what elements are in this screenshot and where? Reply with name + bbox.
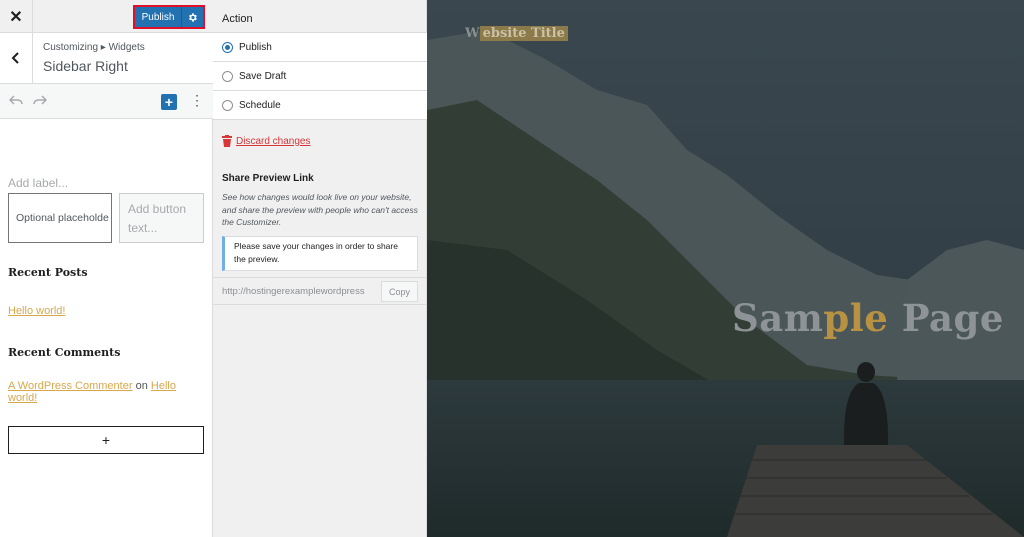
option-label: Publish (239, 41, 272, 53)
option-schedule[interactable]: Schedule (213, 90, 427, 120)
page-title-part: Sam (732, 296, 824, 340)
search-button-text-field[interactable]: Add button text... (119, 193, 204, 243)
page-title-part: Page (888, 296, 1004, 340)
option-publish[interactable]: Publish (213, 32, 427, 61)
plus-icon: + (164, 94, 174, 110)
section-title: Sidebar Right (43, 58, 128, 74)
option-save-draft[interactable]: Save Draft (213, 61, 427, 90)
search-input[interactable]: Optional placeholde (8, 193, 112, 243)
site-title-highlight: ebsite Title (479, 26, 568, 41)
radio-unchecked[interactable] (222, 99, 233, 111)
redo-icon[interactable] (33, 94, 47, 106)
breadcrumb-path: Customizing ▸ Widgets (43, 42, 145, 53)
comment-on-text: on (135, 380, 148, 392)
recent-comment-item: A WordPress Commenter on Hello world! (8, 380, 208, 404)
customizer-header: ✕ Publish (0, 0, 213, 33)
hero-background-image (427, 0, 1024, 537)
publish-button[interactable]: Publish (135, 7, 181, 27)
customizer-sidebar: ✕ Publish Customizing ▸ Widgets Sidebar … (0, 0, 213, 537)
close-button[interactable]: ✕ (0, 0, 33, 33)
page-title: Sample Page (732, 296, 1004, 340)
preview-url-field[interactable]: http://hostingerexamplewordpress (222, 286, 382, 297)
site-title[interactable]: Website Title (465, 26, 568, 41)
publish-button-group: Publish (133, 5, 205, 29)
discard-changes-link[interactable]: Discard changes (222, 135, 310, 147)
radio-checked[interactable] (222, 41, 233, 53)
site-preview[interactable]: Website Title Sample Page (427, 0, 1024, 537)
share-preview-description: See how changes would look live on your … (222, 192, 418, 227)
gear-icon (189, 12, 197, 22)
copy-button[interactable]: Copy (381, 281, 418, 302)
trash-icon (222, 135, 232, 147)
option-label: Save Draft (239, 70, 287, 82)
search-label-placeholder[interactable]: Add label... (8, 176, 68, 190)
publish-settings-button[interactable] (181, 7, 203, 27)
close-icon: ✕ (9, 8, 23, 26)
breadcrumb: Customizing ▸ Widgets Sidebar Right (0, 33, 213, 84)
recent-comments-title: Recent Comments (8, 346, 121, 359)
comment-author-link[interactable]: A WordPress Commenter (8, 380, 133, 392)
action-heading: Action (222, 13, 253, 25)
back-button[interactable] (0, 33, 33, 83)
recent-post-link[interactable]: Hello world! (8, 305, 65, 317)
discard-label: Discard changes (236, 135, 311, 147)
page-title-accent: ple (823, 296, 889, 340)
radio-unchecked[interactable] (222, 70, 233, 82)
chevron-left-icon (11, 52, 19, 64)
recent-posts-title: Recent Posts (8, 266, 88, 279)
publish-settings-panel: Action Publish Save Draft Schedule Disca… (213, 0, 427, 537)
site-title-initial: W (465, 26, 480, 41)
share-preview-heading: Share Preview Link (222, 173, 314, 184)
add-block-appender[interactable]: + (8, 426, 204, 454)
save-notice: Please save your changes in order to sha… (222, 236, 418, 271)
editor-toolbar: + ⋮ (0, 84, 213, 119)
more-vertical-icon[interactable]: ⋮ (190, 93, 204, 107)
share-link-row: http://hostingerexamplewordpress Copy (213, 277, 427, 305)
option-label: Schedule (239, 99, 281, 111)
undo-icon[interactable] (9, 94, 23, 106)
add-block-button[interactable]: + (161, 94, 177, 110)
